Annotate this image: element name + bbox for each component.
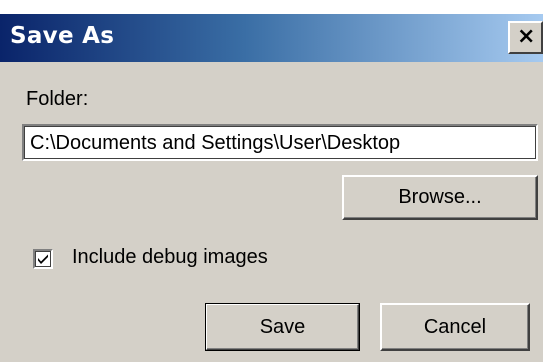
title-bar[interactable]: Save As × (0, 14, 543, 62)
include-debug-images-label[interactable]: Include debug images (72, 246, 268, 269)
close-icon: × (517, 24, 536, 49)
close-button[interactable]: × (508, 21, 543, 54)
include-debug-images-checkbox[interactable] (33, 249, 53, 269)
dialog-title: Save As (10, 23, 115, 49)
cancel-button[interactable]: Cancel (380, 303, 530, 351)
checkmark-icon (38, 254, 48, 264)
folder-path-input[interactable] (22, 124, 538, 161)
save-button[interactable]: Save (205, 303, 360, 351)
top-margin (0, 0, 543, 14)
browse-button[interactable]: Browse... (342, 175, 538, 220)
folder-label: Folder: (26, 88, 89, 110)
